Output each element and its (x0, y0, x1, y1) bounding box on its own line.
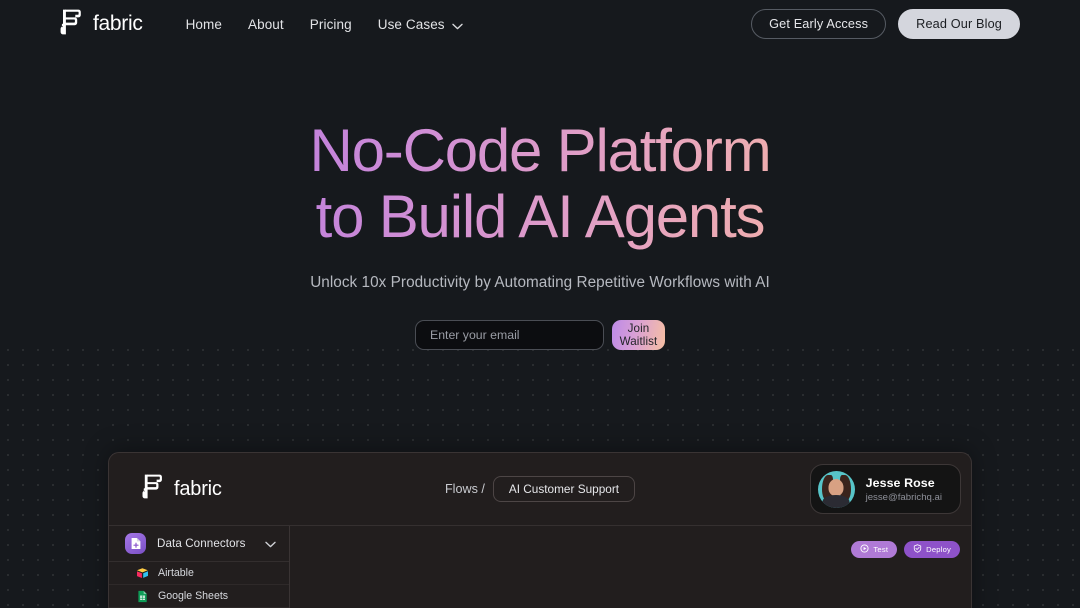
deploy-button-label: Deploy (926, 545, 951, 554)
play-circle-icon (860, 544, 869, 555)
app-sidebar: Data Connectors Airtable Google Sheets (109, 526, 290, 608)
app-logo[interactable]: fabric (140, 473, 222, 505)
app-topbar: fabric Flows / AI Customer Support Jesse… (109, 453, 971, 526)
headline-line-1: No-Code Platform (309, 117, 771, 184)
hero-section: No-Code Platform to Build AI Agents Unlo… (0, 0, 1080, 350)
canvas-actions: Test Deploy (851, 541, 960, 558)
sidebar-section-data-connectors[interactable]: Data Connectors (109, 526, 289, 562)
join-waitlist-button[interactable]: Join Waitlist (612, 320, 665, 350)
user-email: jesse@fabrichq.ai (865, 491, 942, 503)
site-logo[interactable]: fabric (58, 8, 143, 41)
app-body: Data Connectors Airtable Google Sheets T… (109, 526, 971, 608)
nav-item-use-cases-label: Use Cases (377, 16, 445, 32)
test-button[interactable]: Test (851, 541, 898, 558)
sidebar-item-google-sheets-label: Google Sheets (158, 590, 229, 602)
sidebar-item-airtable-label: Airtable (158, 567, 194, 579)
read-our-blog-button[interactable]: Read Our Blog (898, 9, 1020, 39)
flow-name-chip[interactable]: AI Customer Support (492, 476, 636, 502)
google-sheets-icon (136, 590, 149, 603)
nav-item-home[interactable]: Home (186, 17, 222, 32)
avatar (817, 470, 855, 508)
nav-links: Home About Pricing Use Cases (186, 16, 463, 33)
get-early-access-button[interactable]: Get Early Access (751, 9, 887, 39)
flow-canvas[interactable]: Test Deploy (290, 526, 971, 608)
airtable-icon (136, 567, 149, 580)
shield-check-icon (913, 544, 922, 555)
chevron-down-icon[interactable] (265, 535, 276, 553)
nav-item-pricing[interactable]: Pricing (310, 17, 352, 32)
fabric-logo-icon (58, 8, 84, 41)
headline-line-2: to Build AI Agents (315, 183, 765, 250)
top-navbar: fabric Home About Pricing Use Cases Get … (0, 0, 1080, 48)
nav-item-use-cases[interactable]: Use Cases (378, 16, 463, 33)
user-name: Jesse Rose (865, 475, 935, 490)
site-logo-text: fabric (93, 12, 143, 35)
app-logo-text: fabric (174, 477, 222, 500)
nav-item-about[interactable]: About (248, 17, 284, 32)
deploy-button[interactable]: Deploy (904, 541, 960, 558)
sidebar-section-label: Data Connectors (157, 537, 246, 550)
waitlist-form: Join Waitlist (415, 320, 665, 350)
hero-subheadline: Unlock 10x Productivity by Automating Re… (310, 274, 770, 291)
user-account-chip[interactable]: Jesse Rose jesse@fabrichq.ai (809, 464, 961, 514)
sidebar-item-google-sheets[interactable]: Google Sheets (109, 585, 289, 608)
fabric-logo-icon (140, 473, 165, 505)
chevron-down-icon (451, 18, 463, 33)
document-plus-icon (125, 533, 146, 554)
nav-actions: Get Early Access Read Our Blog (751, 9, 1020, 39)
sidebar-item-airtable[interactable]: Airtable (109, 562, 289, 585)
test-button-label: Test (873, 545, 889, 554)
breadcrumb-root[interactable]: Flows / (445, 482, 485, 496)
page-title: No-Code Platform to Build AI Agents (0, 118, 1080, 250)
app-preview-window: fabric Flows / AI Customer Support Jesse… (108, 452, 972, 608)
breadcrumb: Flows / AI Customer Support (445, 476, 636, 502)
email-input[interactable] (415, 320, 604, 350)
